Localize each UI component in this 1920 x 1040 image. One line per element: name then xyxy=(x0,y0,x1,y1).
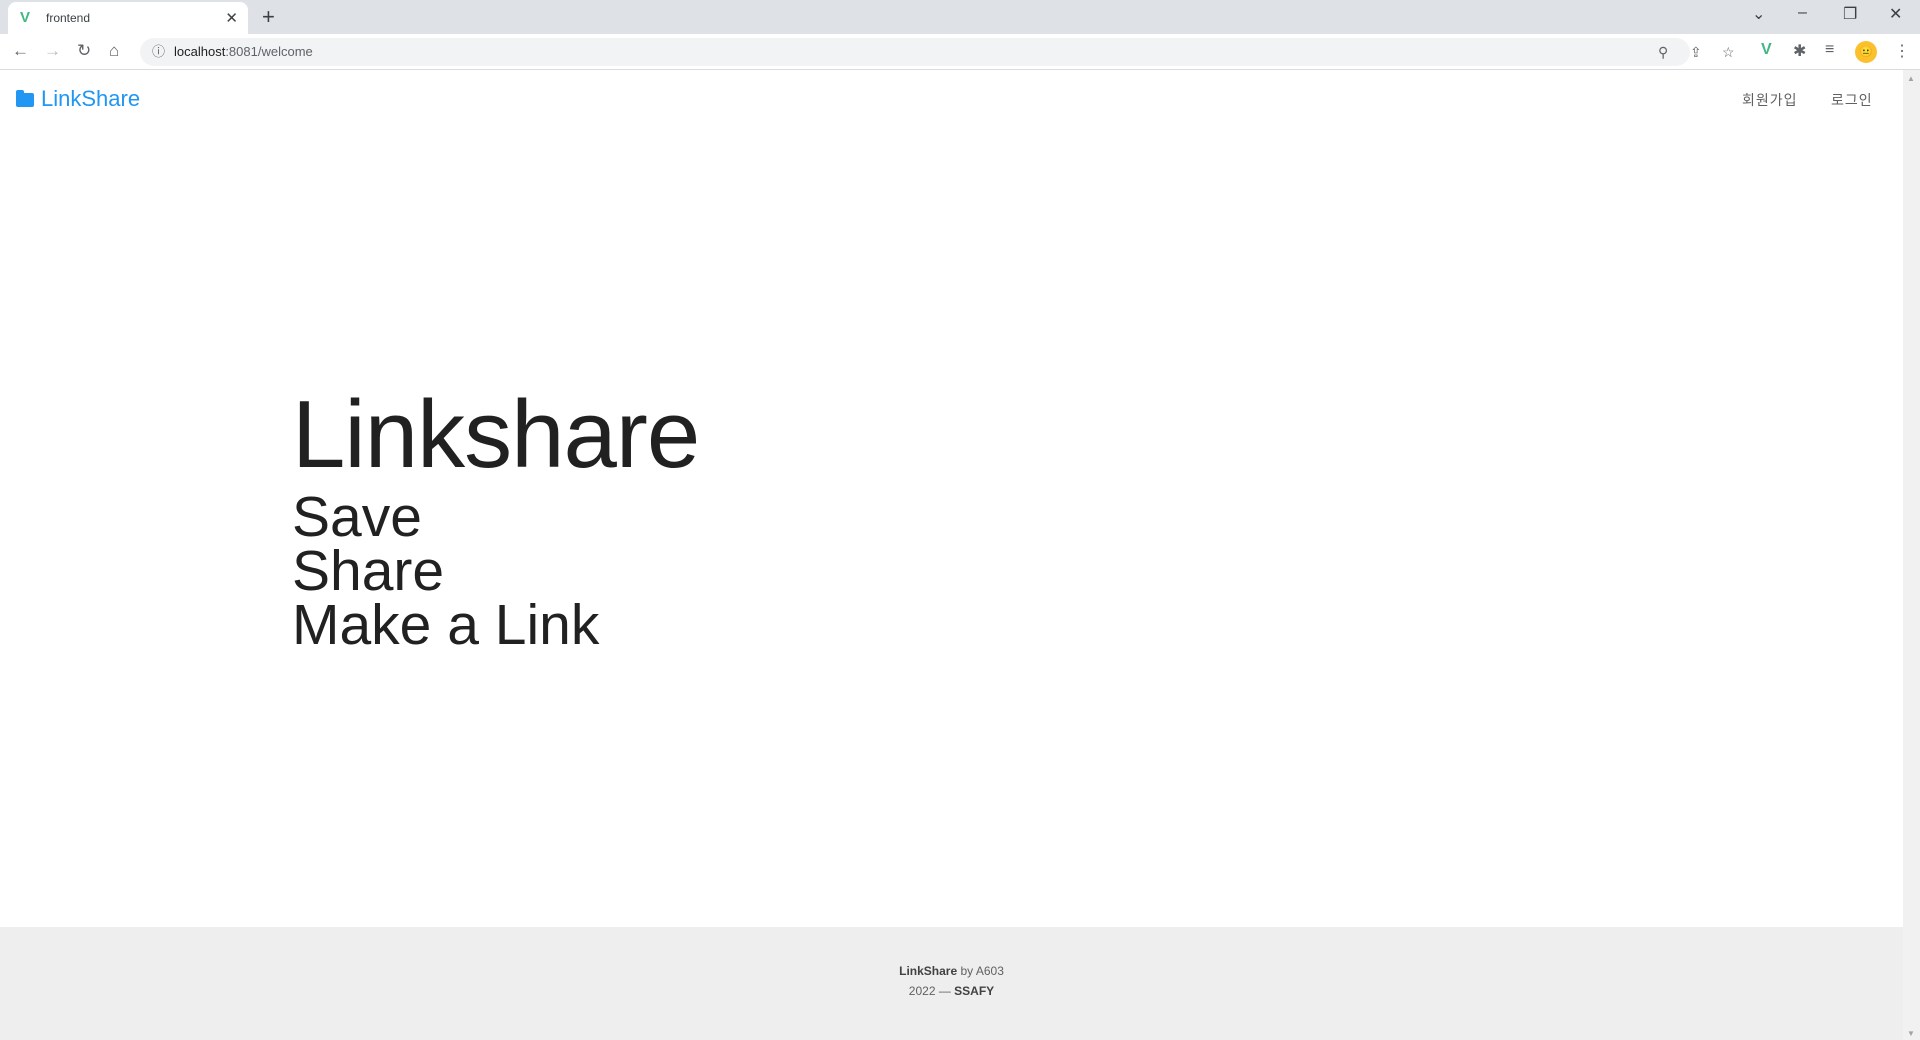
browser-toolbar: ← → ↻ ⌂ ⓘ localhost:8081/welcome ⚲ ⇪ ☆ V… xyxy=(0,34,1920,70)
url-path: :8081/welcome xyxy=(225,44,313,59)
info-icon: ⓘ xyxy=(152,44,166,59)
scroll-up-icon[interactable]: ▲ xyxy=(1907,74,1915,83)
tab-title: frontend xyxy=(46,11,91,25)
tab-search-icon[interactable]: ⌄ xyxy=(1752,4,1765,24)
folder-icon xyxy=(16,90,34,107)
url-host: localhost xyxy=(174,44,226,59)
browser-tab[interactable]: V frontend ✕ xyxy=(8,2,248,34)
reload-icon[interactable]: ↻ xyxy=(77,41,91,61)
footer-brand: LinkShare xyxy=(899,964,958,978)
brand-name: LinkShare xyxy=(41,86,141,111)
share-icon[interactable]: ⇪ xyxy=(1690,38,1702,66)
profile-avatar[interactable]: 😐 xyxy=(1855,41,1877,63)
tab-strip: V frontend ✕ + ⌄ – ❐ ✕ xyxy=(0,0,1920,34)
footer-year: 2022 — xyxy=(908,984,955,998)
signup-link[interactable]: 회원가입 xyxy=(1742,90,1798,110)
forward-icon[interactable]: → xyxy=(44,41,61,61)
star-icon[interactable]: ☆ xyxy=(1722,38,1735,66)
address-bar[interactable]: ⓘ localhost:8081/welcome ⚲ ⇪ ☆ xyxy=(140,38,1735,66)
new-tab-button[interactable]: + xyxy=(262,4,275,30)
app-bar: LinkShare 회원가입 로그인 xyxy=(0,70,1903,134)
hero-title: Linkshare xyxy=(292,381,700,488)
media-icon[interactable]: ≡ xyxy=(1825,41,1834,59)
home-icon[interactable]: ⌂ xyxy=(109,41,119,61)
scroll-down-icon[interactable]: ▼ xyxy=(1907,1029,1915,1038)
footer-by: by A603 xyxy=(957,964,1004,978)
hero-line-make-link: Make a Link xyxy=(292,593,600,657)
menu-icon[interactable]: ⋮ xyxy=(1894,41,1910,61)
scrollbar[interactable]: ▲ ▼ xyxy=(1903,70,1920,1040)
close-window-button[interactable]: ✕ xyxy=(1889,4,1902,24)
hero: Linkshare Save Share Make a Link xyxy=(292,380,700,657)
footer-org: SSAFY xyxy=(954,984,995,998)
vue-devtools-icon[interactable]: V xyxy=(1761,41,1772,59)
page: LinkShare 회원가입 로그인 Linkshare Save Share … xyxy=(0,70,1903,1040)
vue-favicon-icon: V xyxy=(20,9,31,26)
zoom-icon[interactable]: ⚲ xyxy=(1658,38,1668,66)
back-icon[interactable]: ← xyxy=(12,41,29,61)
minimize-button[interactable]: – xyxy=(1798,4,1807,22)
footer: LinkShare by A603 2022 — SSAFY xyxy=(0,927,1903,1040)
hero-line-share: Share xyxy=(292,539,445,603)
close-tab-icon[interactable]: ✕ xyxy=(225,9,238,27)
restore-button[interactable]: ❐ xyxy=(1843,4,1857,24)
extensions-icon[interactable]: ✱ xyxy=(1793,41,1806,61)
login-link[interactable]: 로그인 xyxy=(1831,90,1873,110)
hero-line-save: Save xyxy=(292,485,422,549)
brand-link[interactable]: LinkShare xyxy=(16,86,140,112)
